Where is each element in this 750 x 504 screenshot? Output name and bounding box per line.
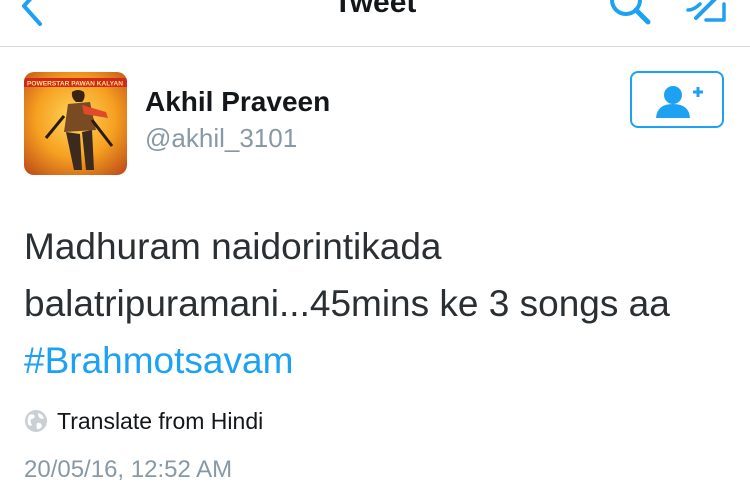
tweet-text: Madhuram naidorintikada balatripuramani.… xyxy=(24,218,740,389)
avatar[interactable]: POWERSTAR PAWAN KALYAN xyxy=(24,72,127,175)
search-button[interactable] xyxy=(606,0,656,28)
globe-icon xyxy=(25,410,47,432)
search-icon xyxy=(610,0,651,25)
translate-label: Translate from Hindi xyxy=(57,407,264,434)
hashtag-link[interactable]: #Brahmotsavam xyxy=(24,332,740,389)
compose-tweet-button[interactable] xyxy=(680,0,730,28)
add-user-icon xyxy=(656,86,703,118)
follow-button[interactable] xyxy=(630,71,724,128)
navigation-bar: Tweet xyxy=(0,0,750,47)
compose-tweet-icon xyxy=(686,0,726,22)
author-handle: @akhil_3101 xyxy=(145,123,298,153)
avatar-banner-text: POWERSTAR PAWAN KALYAN xyxy=(27,81,123,88)
translate-link[interactable]: Translate from Hindi xyxy=(24,406,263,436)
tweet-text-line: balatripuramani...45mins ke 3 songs aa xyxy=(24,283,670,324)
author-display-name[interactable]: Akhil Praveen xyxy=(145,86,330,118)
tweet-timestamp: 20/05/16, 12:52 AM xyxy=(24,456,233,483)
tweet-text-line: Madhuram naidorintikada xyxy=(24,226,442,267)
